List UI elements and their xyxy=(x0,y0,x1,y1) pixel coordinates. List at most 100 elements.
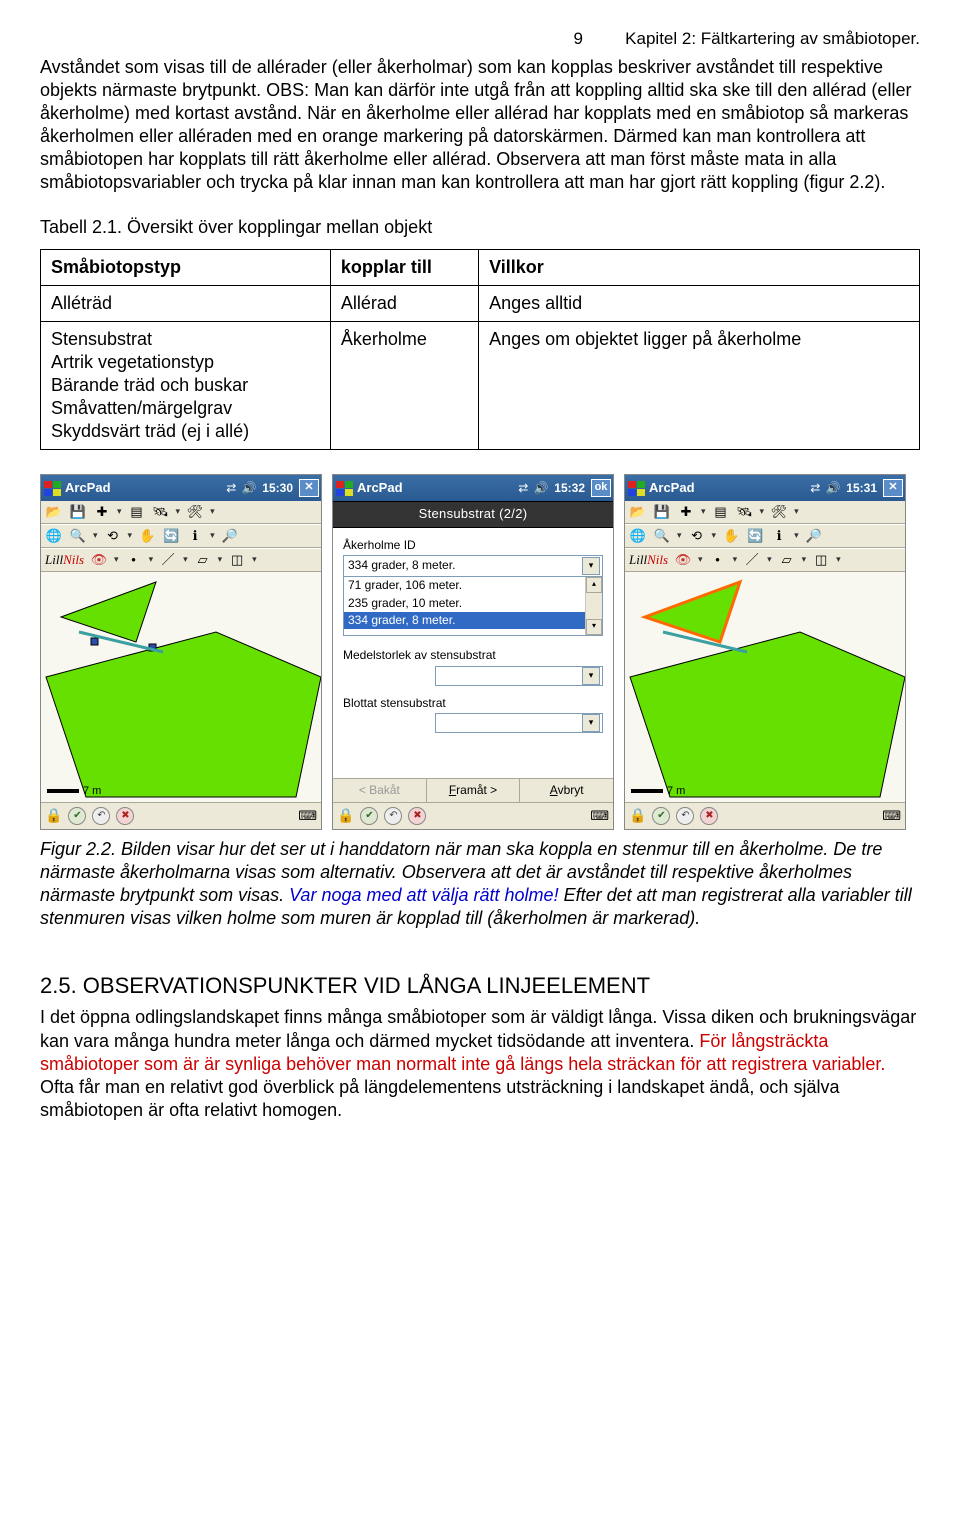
dropdown-icon[interactable]: ▾ xyxy=(210,530,215,542)
scrollbar[interactable]: ▴ ▾ xyxy=(585,577,602,635)
scroll-up-icon[interactable]: ▴ xyxy=(586,577,602,593)
guide-icon[interactable]: ◫ xyxy=(228,551,246,569)
gps-icon[interactable]: 🛰 xyxy=(736,503,754,521)
zoom-prev-icon[interactable]: ⟲ xyxy=(104,527,122,545)
save-icon[interactable]: 💾 xyxy=(653,503,671,521)
dropdown-icon[interactable]: ▾ xyxy=(117,506,122,518)
keyboard-icon[interactable]: ⌨ xyxy=(298,808,317,825)
dropdown-icon[interactable]: ▾ xyxy=(183,554,188,566)
connectivity-icon[interactable]: ⇄ xyxy=(514,481,532,496)
volume-icon[interactable]: 🔊 xyxy=(532,481,550,496)
dropdown-icon[interactable]: ▾ xyxy=(252,554,257,566)
cancel-icon[interactable]: ✖ xyxy=(700,807,718,825)
keyboard-icon[interactable]: ⌨ xyxy=(590,808,609,825)
dropdown-icon[interactable]: ▾ xyxy=(794,530,799,542)
zoom-in-icon[interactable]: 🔍 xyxy=(69,527,87,545)
listbox-options[interactable]: 71 grader, 106 meter. 235 grader, 10 met… xyxy=(343,576,603,636)
refresh-icon[interactable]: 🔄 xyxy=(162,527,180,545)
start-icon[interactable] xyxy=(627,480,645,496)
globe-icon[interactable]: 🌐 xyxy=(629,527,647,545)
pan-icon[interactable]: ✋ xyxy=(722,527,740,545)
save-icon[interactable]: 💾 xyxy=(69,503,87,521)
dropdown-icon[interactable]: ▾ xyxy=(733,554,738,566)
connectivity-icon[interactable]: ⇄ xyxy=(806,481,824,496)
gps-icon[interactable]: 🛰 xyxy=(152,503,170,521)
dropdown-icon[interactable]: ▾ xyxy=(794,506,799,518)
forward-button[interactable]: Framåt > xyxy=(427,779,521,802)
zoom-prev-icon[interactable]: ⟲ xyxy=(688,527,706,545)
connectivity-icon[interactable]: ⇄ xyxy=(222,481,240,496)
dropdown-icon[interactable]: ▾ xyxy=(218,554,223,566)
guide-icon[interactable]: ◫ xyxy=(812,551,830,569)
layers-icon[interactable]: ▤ xyxy=(712,503,730,521)
cancel-icon[interactable]: ✖ xyxy=(116,807,134,825)
volume-icon[interactable]: 🔊 xyxy=(824,481,842,496)
combo-blottat[interactable]: ▾ xyxy=(435,713,603,733)
keyboard-icon[interactable]: ⌨ xyxy=(882,808,901,825)
map-canvas[interactable]: 7 m xyxy=(625,572,905,802)
combo-medelstorlek[interactable]: ▾ xyxy=(435,666,603,686)
undo-icon[interactable]: ↶ xyxy=(676,807,694,825)
start-icon[interactable] xyxy=(43,480,61,496)
tools-icon[interactable]: 🛠 xyxy=(186,503,204,521)
dropdown-icon[interactable]: ▾ xyxy=(128,530,133,542)
refresh-icon[interactable]: 🔄 xyxy=(746,527,764,545)
volume-icon[interactable]: 🔊 xyxy=(240,481,258,496)
dropdown-icon[interactable]: ▾ xyxy=(210,506,215,518)
chevron-down-icon[interactable]: ▾ xyxy=(582,557,600,575)
map-canvas[interactable]: 7 m xyxy=(41,572,321,802)
abort-button[interactable]: Avbryt xyxy=(520,779,613,802)
option-3-selected[interactable]: 334 grader, 8 meter. xyxy=(344,612,602,629)
point-icon[interactable]: • xyxy=(709,551,727,569)
dropdown-icon[interactable]: ▾ xyxy=(767,554,772,566)
eye-icon[interactable]: 👁 xyxy=(674,551,692,569)
chevron-down-icon[interactable]: ▾ xyxy=(582,714,600,732)
undo-icon[interactable]: ↶ xyxy=(92,807,110,825)
polygon-icon[interactable]: ▱ xyxy=(778,551,796,569)
find-icon[interactable]: 🔎 xyxy=(221,527,239,545)
lock-icon[interactable]: 🔒 xyxy=(629,807,646,825)
back-button[interactable]: < Bakåt xyxy=(333,779,427,802)
undo-icon[interactable]: ↶ xyxy=(384,807,402,825)
dropdown-icon[interactable]: ▾ xyxy=(698,554,703,566)
globe-icon[interactable]: 🌐 xyxy=(45,527,63,545)
dropdown-icon[interactable]: ▾ xyxy=(760,506,765,518)
pan-icon[interactable]: ✋ xyxy=(138,527,156,545)
point-icon[interactable]: • xyxy=(125,551,143,569)
identify-icon[interactable]: ℹ xyxy=(186,527,204,545)
dropdown-icon[interactable]: ▾ xyxy=(802,554,807,566)
cancel-icon[interactable]: ✖ xyxy=(408,807,426,825)
layers-icon[interactable]: ▤ xyxy=(128,503,146,521)
open-icon[interactable]: 📂 xyxy=(45,503,63,521)
close-button[interactable]: ✕ xyxy=(883,479,903,497)
add-layer-icon[interactable]: ✚ xyxy=(93,503,111,521)
dropdown-icon[interactable]: ▾ xyxy=(114,554,119,566)
option-2[interactable]: 235 grader, 10 meter. xyxy=(344,595,602,612)
dropdown-icon[interactable]: ▾ xyxy=(712,530,717,542)
open-icon[interactable]: 📂 xyxy=(629,503,647,521)
tools-icon[interactable]: 🛠 xyxy=(770,503,788,521)
confirm-icon[interactable]: ✔ xyxy=(360,807,378,825)
dropdown-icon[interactable]: ▾ xyxy=(176,506,181,518)
find-icon[interactable]: 🔎 xyxy=(805,527,823,545)
confirm-icon[interactable]: ✔ xyxy=(652,807,670,825)
line-icon[interactable]: ／ xyxy=(743,551,761,569)
line-icon[interactable]: ／ xyxy=(159,551,177,569)
confirm-icon[interactable]: ✔ xyxy=(68,807,86,825)
add-layer-icon[interactable]: ✚ xyxy=(677,503,695,521)
lock-icon[interactable]: 🔒 xyxy=(337,807,354,825)
chevron-down-icon[interactable]: ▾ xyxy=(582,667,600,685)
polygon-icon[interactable]: ▱ xyxy=(194,551,212,569)
scroll-down-icon[interactable]: ▾ xyxy=(586,619,602,635)
dropdown-icon[interactable]: ▾ xyxy=(836,554,841,566)
dropdown-icon[interactable]: ▾ xyxy=(93,530,98,542)
zoom-in-icon[interactable]: 🔍 xyxy=(653,527,671,545)
start-icon[interactable] xyxy=(335,480,353,496)
dropdown-icon[interactable]: ▾ xyxy=(149,554,154,566)
close-button[interactable]: ✕ xyxy=(299,479,319,497)
dropdown-icon[interactable]: ▾ xyxy=(677,530,682,542)
dropdown-icon[interactable]: ▾ xyxy=(701,506,706,518)
ok-button[interactable]: ok xyxy=(591,479,611,497)
lock-icon[interactable]: 🔒 xyxy=(45,807,62,825)
identify-icon[interactable]: ℹ xyxy=(770,527,788,545)
